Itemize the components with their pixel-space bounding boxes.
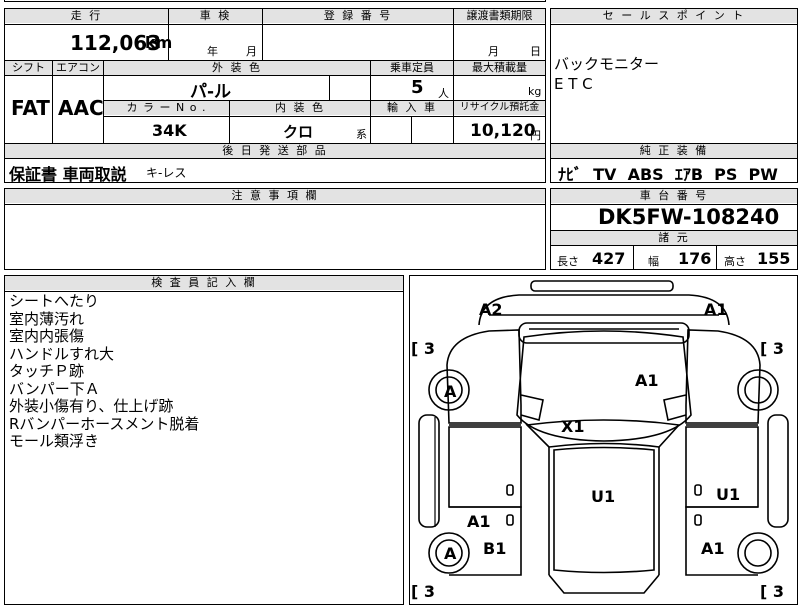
interior-value: クロ xyxy=(283,123,314,141)
inspector-header: 検 査 員 記 入 欄 xyxy=(5,276,403,290)
note-line: シートへたり xyxy=(9,292,100,310)
mark-left-rear-door: A1 xyxy=(467,512,491,531)
recycle-unit: 円 xyxy=(530,129,541,142)
maxload-unit: kg xyxy=(528,85,542,98)
capacity-header: 乗車定員 xyxy=(371,61,453,75)
colorno-value: 34K xyxy=(152,121,187,140)
mark-front-left: A2 xyxy=(479,300,503,319)
note-line: Rバンパーホースメント脱着 xyxy=(9,414,200,433)
note-line: ハンドルすれ大 xyxy=(9,344,115,363)
aircon-value: AAC xyxy=(58,96,104,120)
transfer-header: 譲渡書類期限 xyxy=(454,9,545,23)
inspection-header: 車 検 xyxy=(169,9,262,23)
note-line: バンパー下Ａ xyxy=(9,379,100,398)
width-value: 176 xyxy=(678,249,712,268)
later-parts-value: 保証書 車両取説 xyxy=(9,165,127,184)
exterior-value: パ-ル xyxy=(190,82,232,102)
genuine-equipment-header: 純 正 装 備 xyxy=(551,144,797,158)
shift-header: シフト xyxy=(5,61,52,75)
car-diagram xyxy=(418,280,789,594)
genuine-equipment-value: ﾅﾋﾞ TV ABS ｴｱB PS PW xyxy=(558,165,778,184)
note-line: モール類浮き xyxy=(9,432,100,450)
shift-value: FAT xyxy=(11,96,50,120)
specs-header: 諸 元 xyxy=(551,231,797,245)
mileage-unit: km xyxy=(145,33,173,52)
inspection-month-label: 月 xyxy=(246,45,257,58)
chassis-value: DK5FW-108240 xyxy=(598,205,780,229)
length-label: 長さ xyxy=(557,255,579,268)
registration-header: 登 録 番 号 xyxy=(263,9,453,23)
capacity-unit: 人 xyxy=(438,87,449,100)
tread-front-right: [ 3 xyxy=(760,339,785,358)
inspector-notes: シートへたり 室内薄汚れ 室内内張傷 ハンドルすれ大 タッチＰ跡 バンパー下Ａ … xyxy=(9,292,200,451)
height-label: 高さ xyxy=(724,255,746,268)
mark-windshield: X1 xyxy=(561,417,585,436)
maxload-header: 最大積載量 xyxy=(454,61,545,75)
import-header: 輸 入 車 xyxy=(371,101,453,115)
inspection-year-label: 年 xyxy=(207,45,218,58)
vehicle-info-table xyxy=(4,8,546,144)
exterior-header: 外 装 色 xyxy=(104,61,370,75)
mark-roof: U1 xyxy=(591,487,616,506)
width-label: 幅 xyxy=(648,255,659,268)
length-value: 427 xyxy=(592,249,626,268)
sales-point-line-1: バックモニター xyxy=(554,55,660,73)
tread-rear-right: [ 3 xyxy=(760,582,785,601)
mark-hood: A1 xyxy=(635,371,659,390)
sales-point-header: セ ー ル ス ポ イ ン ト xyxy=(551,9,797,23)
later-parts-header: 後 日 発 送 部 品 xyxy=(5,144,545,158)
recycle-header: リサイクル預託金 xyxy=(454,101,545,115)
sales-point-line-2: E T C xyxy=(554,75,593,93)
top-cut-row xyxy=(4,0,546,2)
interior-unit: 系 xyxy=(356,128,367,141)
height-value: 155 xyxy=(757,249,791,268)
note-line: 外装小傷有り、仕上げ跡 xyxy=(9,397,174,415)
caution-header: 注 意 事 項 欄 xyxy=(5,189,545,203)
colorno-header: カ ラ ー N o . xyxy=(104,101,229,115)
tread-rear-left: [ 3 xyxy=(411,582,436,601)
later-parts-keyless: キ-レス xyxy=(146,166,187,180)
mark-right-door: U1 xyxy=(716,485,741,504)
note-line: 室内内張傷 xyxy=(9,327,85,345)
aircon-header: エアコン xyxy=(53,61,103,75)
mark-front-right: A1 xyxy=(704,300,728,319)
recycle-value: 10,120 xyxy=(470,121,536,141)
mark-rear-left-wheel: A xyxy=(444,544,457,563)
chassis-header: 車 台 番 号 xyxy=(551,189,797,203)
mileage-header: 走 行 xyxy=(5,9,168,23)
tread-front-left: [ 3 xyxy=(411,339,436,358)
note-line: タッチＰ跡 xyxy=(9,362,85,380)
capacity-value: 5 xyxy=(411,77,424,98)
transfer-day-label: 日 xyxy=(530,45,541,58)
mark-left-sill: B1 xyxy=(483,539,507,558)
interior-header: 内 装 色 xyxy=(230,101,370,115)
transfer-month-label: 月 xyxy=(488,45,499,58)
mark-front-left-wheel: A xyxy=(444,382,457,401)
note-line: 室内薄汚れ xyxy=(9,309,85,328)
mark-right-rear: A1 xyxy=(701,539,725,558)
